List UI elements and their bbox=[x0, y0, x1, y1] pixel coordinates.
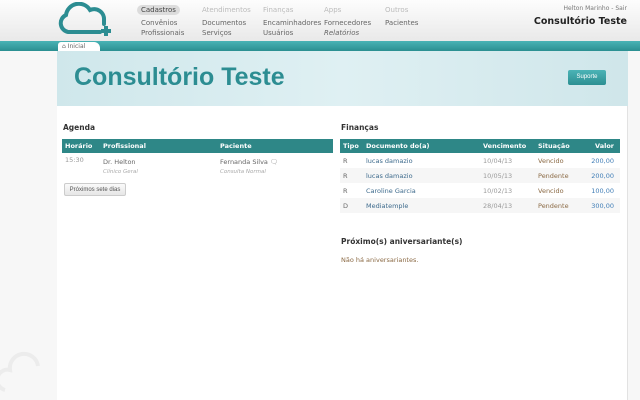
nav-item[interactable]: Relatórios bbox=[324, 29, 359, 37]
specialty: Clínico Geral bbox=[103, 169, 138, 175]
cloud-watermark-icon bbox=[0, 351, 40, 392]
document[interactable]: Caroline Garcia bbox=[363, 183, 480, 198]
tab-label: Inicial bbox=[67, 43, 86, 50]
birthdays-title: Próximo(s) aniversariante(s) bbox=[341, 237, 463, 246]
table-row[interactable]: D Mediatemple 28/04/13 Pendente 300,00 bbox=[340, 198, 620, 213]
amount: 200,00 bbox=[591, 156, 614, 165]
finance-title: Finanças bbox=[341, 123, 379, 132]
due-date: 10/05/13 bbox=[480, 168, 535, 183]
col-header: Documento do(a) bbox=[363, 139, 480, 153]
type: R bbox=[340, 168, 363, 183]
finance-table: Tipo Documento do(a) Vencimento Situação Val… bbox=[340, 139, 620, 213]
nav-cadastros[interactable]: Cadastros Convênios Profissionais bbox=[137, 5, 184, 38]
table-row[interactable]: 15:30 Dr. Helton Clínico Geral Fernanda S… bbox=[62, 153, 333, 177]
clinic-name: Consultório Teste bbox=[533, 16, 627, 27]
comment-icon[interactable]: 🗨 bbox=[270, 158, 278, 166]
nav-title[interactable]: Cadastros bbox=[137, 5, 180, 15]
nav-item[interactable]: Profissionais bbox=[141, 28, 184, 38]
cloud-logo-icon[interactable] bbox=[56, 2, 118, 38]
nav-item[interactable]: Documentos bbox=[202, 18, 255, 28]
page-title: Consultório Teste bbox=[74, 63, 285, 91]
professional[interactable]: Dr. Helton bbox=[103, 158, 214, 166]
agenda-title: Agenda bbox=[63, 123, 96, 132]
user-logout-link[interactable]: Helton Marinho - Sair bbox=[564, 5, 627, 12]
type: D bbox=[340, 198, 363, 213]
table-row[interactable]: Rlucas damazio 10/05/13 Pendente 200,00 bbox=[340, 168, 620, 183]
nav-item[interactable]: Encaminhadores bbox=[263, 18, 321, 28]
time: 15:30 bbox=[65, 156, 84, 164]
hero-banner: Consultório Teste Suporte bbox=[57, 51, 628, 106]
table-row[interactable]: Rlucas damazio 10/04/13 Vencido 200,00 bbox=[340, 153, 620, 168]
main-panel: Consultório Teste Suporte Agenda Horário… bbox=[57, 51, 628, 400]
nav-title[interactable]: Finanças bbox=[259, 5, 297, 15]
type: R bbox=[343, 156, 348, 165]
col-header: Vencimento bbox=[480, 139, 535, 153]
appointment-type: Consulta Normal bbox=[220, 169, 266, 175]
document[interactable]: Mediatemple bbox=[363, 198, 480, 213]
status: Pendente bbox=[535, 198, 585, 213]
table-row[interactable]: R Caroline Garcia 10/02/13 Vencido 100,00 bbox=[340, 183, 620, 198]
home-icon: ⌂ bbox=[62, 43, 66, 50]
col-header: Tipo bbox=[340, 139, 363, 153]
due-date: 10/04/13 bbox=[483, 156, 513, 165]
nav-title[interactable]: Atendimentos bbox=[198, 5, 255, 15]
nav-item[interactable]: Serviços bbox=[202, 28, 255, 38]
support-button[interactable]: Suporte bbox=[568, 70, 606, 85]
type: R bbox=[343, 186, 348, 195]
nav-title[interactable]: Apps bbox=[320, 5, 345, 15]
status: Pendente bbox=[535, 168, 585, 183]
birthdays-empty: Não há aniversariantes. bbox=[341, 256, 419, 264]
agenda-table: Horário Profissional Paciente 15:30 Dr. He… bbox=[62, 139, 333, 177]
amount: 300,00 bbox=[585, 198, 620, 213]
status: Vencido bbox=[538, 186, 564, 195]
document[interactable]: lucas damazio bbox=[363, 168, 480, 183]
col-header: Paciente bbox=[217, 139, 333, 153]
top-header: Cadastros Convênios Profissionais Atendime… bbox=[0, 0, 640, 41]
patient[interactable]: Fernanda Silva bbox=[220, 158, 268, 166]
due-date: 10/02/13 bbox=[483, 186, 513, 195]
col-header: Situação bbox=[535, 139, 585, 153]
nav-financas[interactable]: Finanças Encaminhadores Usuários bbox=[259, 5, 321, 38]
next-seven-days-button[interactable]: Próximos sete dias bbox=[64, 183, 126, 196]
nav-atendimentos[interactable]: Atendimentos Documentos Serviços bbox=[198, 5, 255, 38]
col-header: Profissional bbox=[100, 139, 217, 153]
nav-item[interactable]: Usuários bbox=[263, 28, 321, 38]
nav-apps[interactable]: Apps Fornecedores Relatórios bbox=[320, 5, 371, 38]
amount: 200,00 bbox=[585, 168, 620, 183]
nav-outros[interactable]: Outros Pacientes bbox=[381, 5, 418, 28]
col-header: Horário bbox=[62, 139, 100, 153]
nav-title[interactable]: Outros bbox=[381, 5, 412, 15]
due-date: 28/04/13 bbox=[480, 198, 535, 213]
nav-item[interactable]: Fornecedores bbox=[324, 18, 371, 28]
col-header: Valor bbox=[585, 139, 620, 153]
nav-item[interactable]: Pacientes bbox=[385, 18, 418, 28]
nav-item[interactable]: Convênios bbox=[141, 18, 184, 28]
amount: 100,00 bbox=[591, 186, 614, 195]
status: Vencido bbox=[538, 156, 564, 165]
document[interactable]: lucas damazio bbox=[363, 153, 480, 168]
